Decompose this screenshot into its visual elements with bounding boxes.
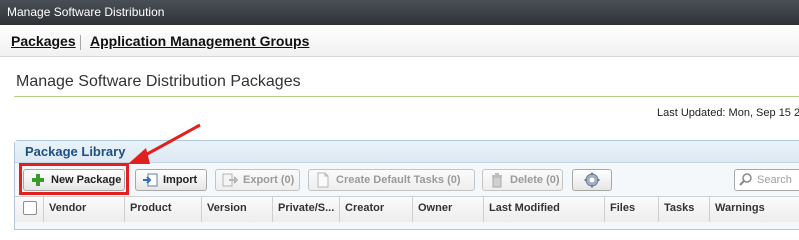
select-all-checkbox[interactable] [23, 201, 37, 215]
column-header-warnings[interactable]: Warnings [709, 196, 799, 222]
annotation-arrow [128, 123, 201, 164]
column-header-private[interactable]: Private/S... [272, 196, 339, 222]
column-header-owner[interactable]: Owner [412, 196, 483, 222]
column-header-vendor[interactable]: Vendor [43, 196, 124, 222]
column-header-creator[interactable]: Creator [339, 196, 412, 222]
column-header-last-modified[interactable]: Last Modified [483, 196, 604, 222]
column-header-files[interactable]: Files [604, 196, 658, 222]
column-header-product[interactable]: Product [124, 196, 201, 222]
column-header-version[interactable]: Version [201, 196, 272, 222]
column-header-tasks[interactable]: Tasks [658, 196, 709, 222]
